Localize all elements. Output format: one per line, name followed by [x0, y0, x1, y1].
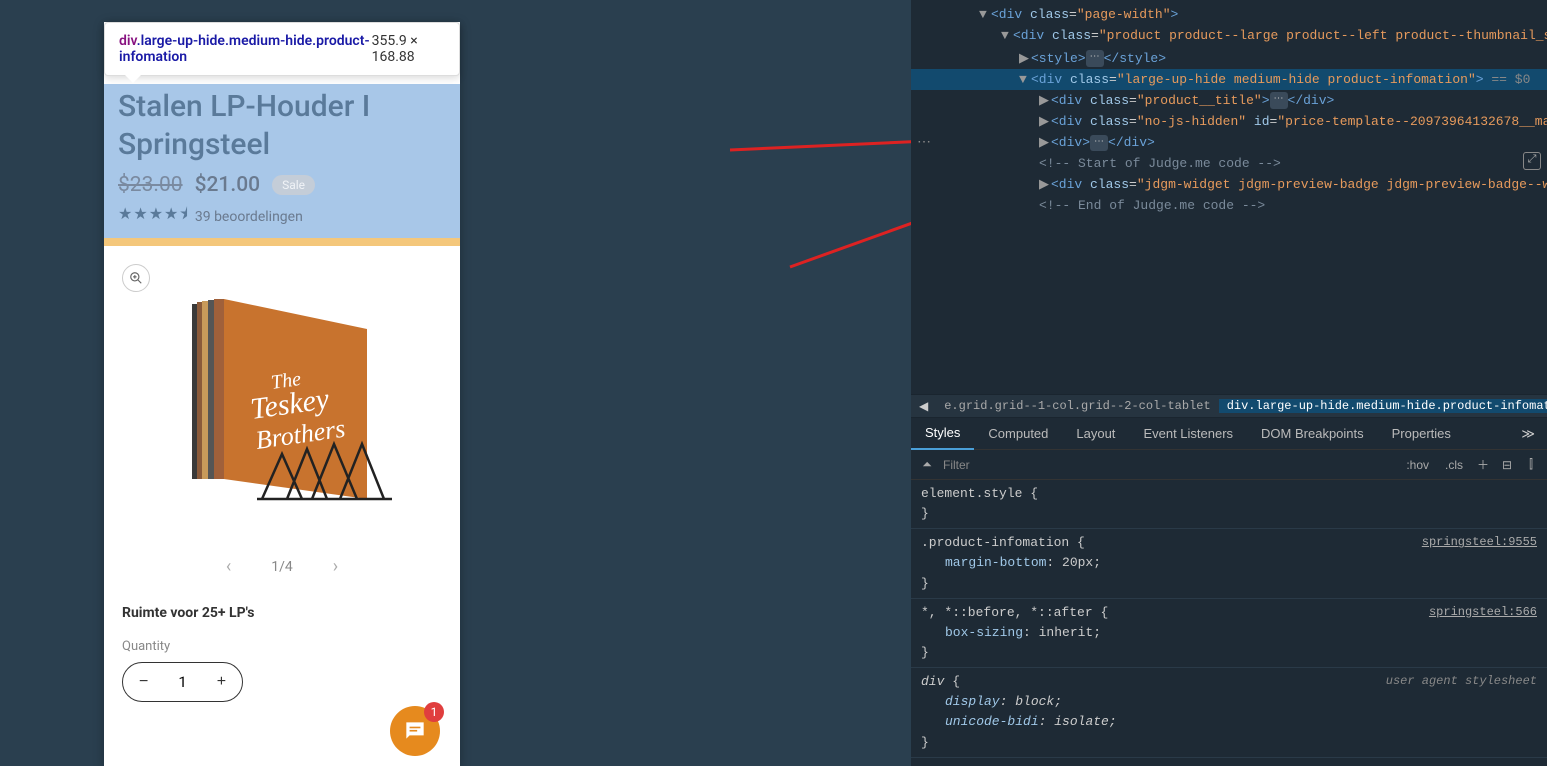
computed-toggle-icon[interactable]: ⊟	[1499, 458, 1515, 472]
price-current: $21.00	[195, 173, 261, 197]
product-subtitle: Ruimte voor 25+ LP's	[104, 595, 460, 621]
ellipsis-icon[interactable]: ⋯	[1090, 135, 1108, 151]
qty-value: 1	[178, 673, 186, 691]
prev-arrow-icon[interactable]: ‹	[226, 556, 231, 577]
dom-node-selected[interactable]: ▼<div class="large-up-hide medium-hide p…	[911, 69, 1547, 90]
dom-comment: <!-- Start of Judge.me code -->	[911, 153, 1547, 174]
styles-filter-bar: ⏶ Filter :hov .cls ＋ ⊟ ⫿	[911, 450, 1547, 480]
next-arrow-icon[interactable]: ›	[333, 556, 338, 577]
rendering-panel-icon[interactable]: ⫿	[1523, 457, 1539, 472]
scroll-into-view-icon[interactable]: ⤢	[1523, 152, 1541, 170]
product-gallery: The Teskey Brothers ‹ 1/4 ›	[104, 246, 460, 595]
dom-breadcrumb[interactable]: ◀ e.grid.grid--1-col.grid--2-col-tablet …	[911, 394, 1547, 418]
source-link[interactable]: springsteel:566	[1429, 603, 1537, 622]
devtools-panel: ⋯ ⤢ ▼<div class="page-width"> ▼<div clas…	[911, 0, 1547, 766]
styles-pane[interactable]: element.style { } springsteel:9555 .prod…	[911, 480, 1547, 766]
price-row: $23.00 $21.00 Sale	[118, 173, 446, 197]
filter-icon: ⏶	[919, 457, 935, 472]
dom-node[interactable]: ▶<div class="product__title">⋯</div>	[911, 90, 1547, 111]
chat-badge: 1	[424, 702, 444, 722]
dom-node[interactable]: ▼<div class="page-width">	[911, 4, 1547, 25]
tab-dom-breakpoints[interactable]: DOM Breakpoints	[1247, 418, 1378, 450]
inspector-highlight: Stalen LP-Houder I Springsteel $23.00 $2…	[104, 84, 460, 246]
breadcrumb-item-active[interactable]: div.large-up-hide.medium-hide.product-in…	[1219, 399, 1547, 413]
sale-badge: Sale	[272, 175, 315, 195]
star-icons: ★★★★⯨	[118, 203, 189, 230]
gallery-pager: ‹ 1/4 ›	[122, 556, 442, 577]
rating-row[interactable]: ★★★★⯨ 39 beoordelingen	[118, 203, 446, 230]
chat-button[interactable]: 1	[390, 706, 440, 756]
review-count: 39 beoordelingen	[195, 209, 303, 225]
dom-node[interactable]: ▶<div class="jdgm-widget jdgm-preview-ba…	[911, 174, 1547, 195]
ellipsis-icon[interactable]: ⋯	[1270, 92, 1288, 108]
product-title: Stalen LP-Houder I Springsteel	[118, 88, 446, 163]
dom-actions-icon[interactable]: ⋯	[917, 132, 931, 155]
source-link[interactable]: springsteel:9555	[1422, 533, 1537, 552]
dom-node[interactable]: ▶<div>⋯</div>	[911, 132, 1547, 153]
qty-decrease-button[interactable]: −	[139, 673, 148, 691]
style-rule[interactable]: user agent stylesheet div { display: blo…	[911, 668, 1547, 758]
quantity-stepper: − 1 +	[122, 662, 243, 702]
style-rule[interactable]: element.style { }	[911, 480, 1547, 529]
style-rule[interactable]: springsteel:9555 .product-infomation { m…	[911, 529, 1547, 598]
ellipsis-icon[interactable]: ⋯	[1086, 50, 1104, 66]
tooltip-dimensions: 355.9 × 168.88	[372, 33, 445, 65]
dom-node[interactable]: ▶<style>⋯</style>	[911, 48, 1547, 69]
zoom-icon[interactable]	[122, 264, 150, 292]
dom-node[interactable]: ▶<div class="no-js-hidden" id="price-tem…	[911, 111, 1547, 132]
dom-comment: <!-- End of Judge.me code -->	[911, 195, 1547, 216]
price-old: $23.00	[118, 173, 183, 197]
elements-dom-tree[interactable]: ⋯ ⤢ ▼<div class="page-width"> ▼<div clas…	[911, 0, 1547, 394]
tab-styles[interactable]: Styles	[911, 418, 974, 450]
dom-node[interactable]: ▼<div class="product product--large prod…	[911, 25, 1547, 48]
styles-tabs: Styles Computed Layout Event Listeners D…	[911, 418, 1547, 450]
product-image[interactable]: The Teskey Brothers	[142, 264, 422, 544]
inherited-from: Inherited from div.product.product--larg…	[911, 758, 1547, 766]
new-style-rule-icon[interactable]: ＋	[1475, 456, 1491, 473]
cls-toggle[interactable]: .cls	[1441, 458, 1467, 472]
tab-event-listeners[interactable]: Event Listeners	[1129, 418, 1247, 450]
page-indicator: 1/4	[271, 559, 293, 575]
ua-stylesheet-label: user agent stylesheet	[1386, 672, 1537, 691]
breadcrumb-item[interactable]: e.grid.grid--1-col.grid--2-col-tablet	[936, 399, 1218, 413]
tabs-overflow-icon[interactable]: ≫	[1509, 426, 1547, 442]
mobile-viewport: Stalen LP-Houder I Springsteel $23.00 $2…	[104, 22, 460, 766]
quantity-label: Quantity	[104, 621, 460, 662]
tab-properties[interactable]: Properties	[1378, 418, 1465, 450]
inspect-tooltip: div.large-up-hide.medium-hide.product-in…	[104, 22, 460, 76]
qty-increase-button[interactable]: +	[217, 673, 226, 691]
hov-toggle[interactable]: :hov	[1402, 458, 1433, 472]
tooltip-selector: div.large-up-hide.medium-hide.product-in…	[119, 33, 372, 65]
filter-input[interactable]: Filter	[943, 458, 1394, 472]
tab-layout[interactable]: Layout	[1062, 418, 1129, 450]
style-rule[interactable]: springsteel:566 *, *::before, *::after {…	[911, 599, 1547, 668]
tab-computed[interactable]: Computed	[974, 418, 1062, 450]
breadcrumb-scroll-left-icon[interactable]: ◀	[911, 399, 936, 414]
